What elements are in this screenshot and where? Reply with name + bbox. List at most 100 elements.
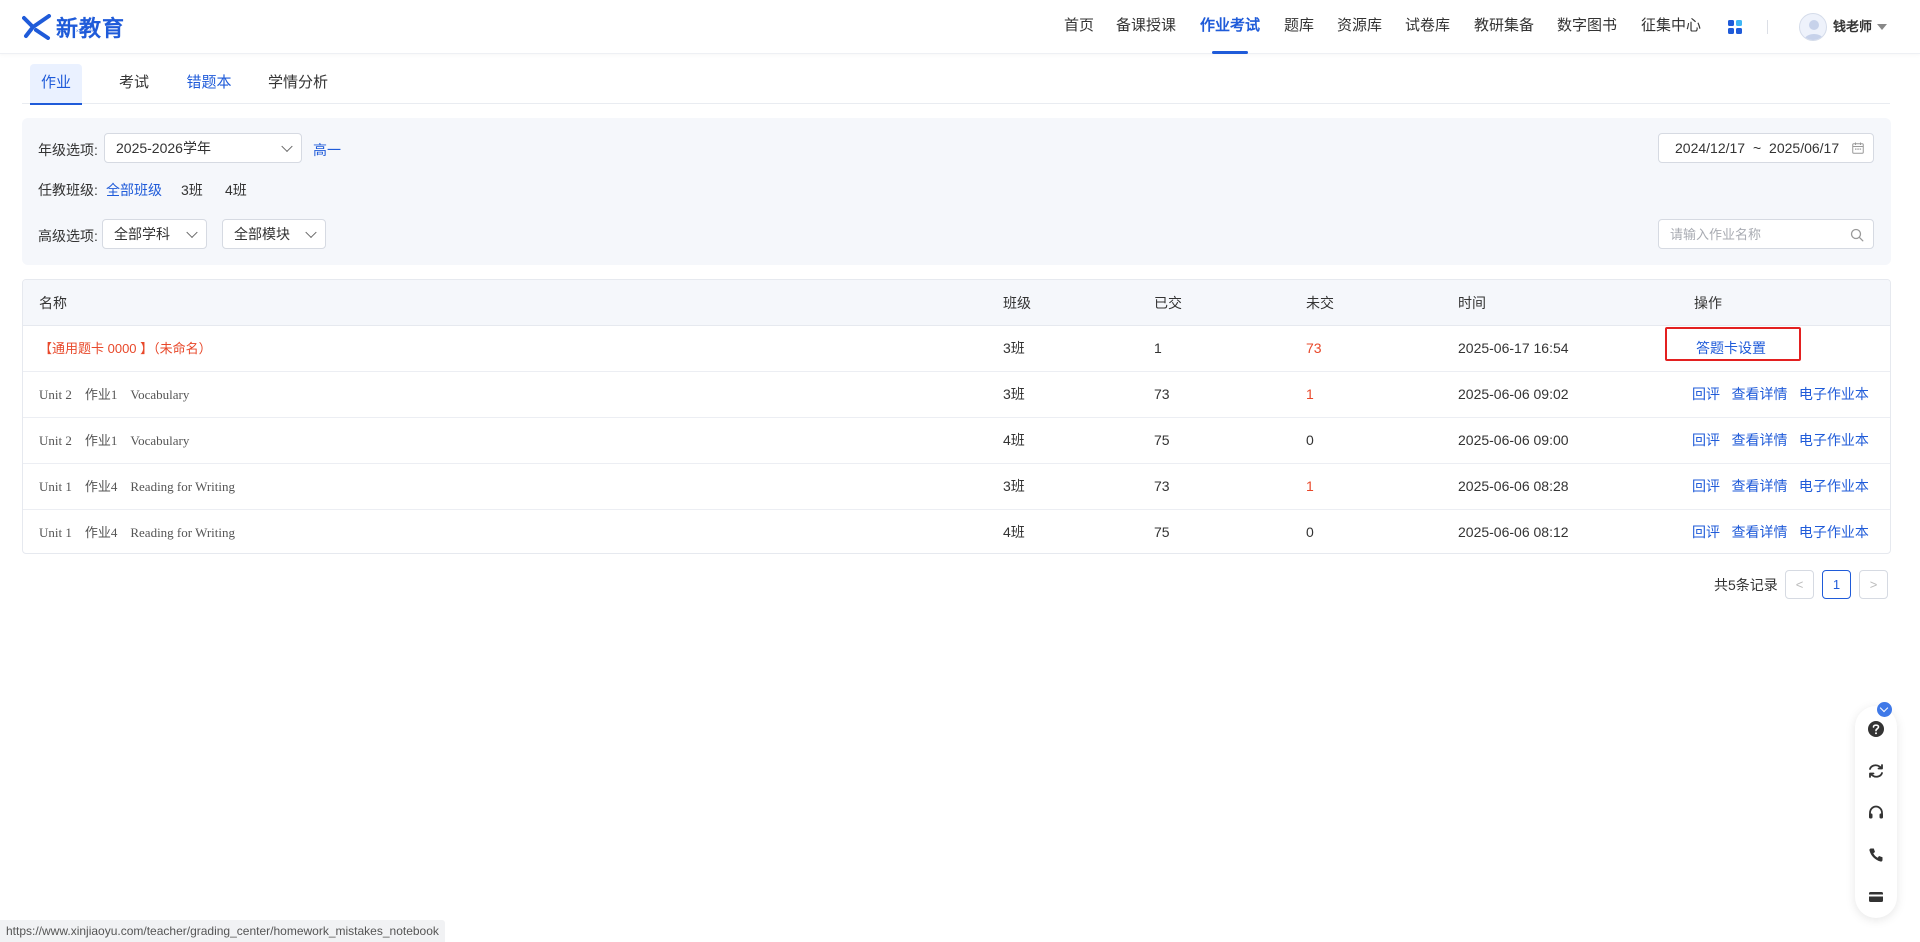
pagination-prev-button[interactable]: < [1785,570,1814,599]
card-icon[interactable] [1867,888,1885,906]
chevron-down-icon [186,226,198,239]
row-submitted: 73 [1154,478,1170,494]
answer-card-settings-button[interactable]: 答题卡设置 [1696,340,1766,356]
row-submitted: 75 [1154,524,1170,540]
chevron-down-icon [281,140,293,153]
review-button[interactable]: 回评 [1692,386,1720,402]
row-submitted: 73 [1154,386,1170,402]
module-select[interactable]: 全部模块 [222,219,326,249]
nav-lesson-prep[interactable]: 备课授课 [1116,0,1176,54]
module-select-value: 全部模块 [234,226,290,242]
row-class: 3班 [1003,386,1025,402]
search-icon[interactable] [1850,228,1864,242]
top-navbar: 新教育 XINJIAOYU 首页 备课授课 作业考试 题库 资源库 试卷库 教研… [0,0,1920,54]
col-class: 班级 [1003,295,1031,311]
class-option-4[interactable]: 4班 [225,180,247,200]
row-time: 2025-06-06 08:12 [1458,524,1569,540]
grade-year-select[interactable]: 2025-2026学年 [104,133,302,163]
logo-text: 新教育 [56,17,126,42]
class-label: 任教班级: [38,182,98,198]
table-row: Unit 1 作业4 Reading for Writing 3班 73 1 2… [23,464,1890,510]
row-unsubmitted: 1 [1306,478,1314,494]
homework-search [1658,219,1874,249]
tab-homework[interactable]: 作业 [30,64,82,105]
row-unsubmitted: 1 [1306,386,1314,402]
view-details-button[interactable]: 查看详情 [1731,524,1787,540]
row-submitted: 75 [1154,432,1170,448]
row-class: 3班 [1003,340,1025,356]
row-time: 2025-06-06 09:00 [1458,432,1569,448]
filter-panel: 年级选项: 2025-2026学年 高一 任教班级: 全部班级 3班 4班 高级… [22,118,1891,265]
nav-home[interactable]: 首页 [1064,0,1094,54]
nav-paper-library[interactable]: 试卷库 [1405,0,1450,54]
logo-subtext: XINJIAOYU [76,28,98,33]
row-name[interactable]: 【通用题卡 0000 】（未命名） [39,326,212,371]
row-unsubmitted: 0 [1306,432,1314,448]
class-option-3[interactable]: 3班 [181,180,203,200]
homework-table: 名称 班级 已交 未交 时间 操作 【通用题卡 0000 】（未命名） 3班 1… [22,279,1891,554]
col-submitted: 已交 [1154,295,1182,311]
row-name[interactable]: Unit 2 作业1 Vocabulary [39,418,189,463]
e-homework-book-button[interactable]: 电子作业本 [1799,524,1869,540]
row-class: 4班 [1003,524,1025,540]
grade-value-link[interactable]: 高一 [313,140,341,160]
nav-question-bank[interactable]: 题库 [1284,0,1314,54]
table-row: 【通用题卡 0000 】（未命名） 3班 1 73 2025-06-17 16:… [23,326,1890,372]
status-bar-url: https://www.xinjiaoyu.com/teacher/gradin… [0,920,445,942]
e-homework-book-button[interactable]: 电子作业本 [1799,386,1869,402]
view-details-button[interactable]: 查看详情 [1731,386,1787,402]
grade-year-value: 2025-2026学年 [116,140,211,156]
view-details-button[interactable]: 查看详情 [1731,432,1787,448]
pagination-next-button[interactable]: > [1859,570,1888,599]
table-row: Unit 2 作业1 Vocabulary 4班 75 0 2025-06-06… [23,418,1890,464]
collapse-toolbar-icon[interactable] [1877,702,1892,717]
class-option-all[interactable]: 全部班级 [106,180,162,200]
row-name[interactable]: Unit 1 作业4 Reading for Writing [39,510,235,553]
date-range-picker[interactable]: 2024/12/17 ~ 2025/06/17 [1658,133,1874,163]
subject-select-value: 全部学科 [114,226,170,242]
row-name[interactable]: Unit 2 作业1 Vocabulary [39,372,189,417]
row-time: 2025-06-17 16:54 [1458,340,1569,356]
subject-select[interactable]: 全部学科 [102,219,207,249]
tab-mistakes-notebook[interactable]: 错题本 [182,64,236,104]
search-input[interactable] [1659,220,1839,248]
review-button[interactable]: 回评 [1692,432,1720,448]
row-name[interactable]: Unit 1 作业4 Reading for Writing [39,464,235,509]
sub-tabs: 作业 考试 错题本 学情分析 [22,64,1890,105]
nav-teaching-research[interactable]: 教研集备 [1474,0,1534,54]
date-separator: ~ [1752,140,1762,156]
grade-label: 年级选项: [38,142,98,158]
advanced-label: 高级选项: [38,228,98,244]
headset-icon[interactable] [1867,804,1885,822]
phone-icon[interactable] [1867,846,1885,864]
row-time: 2025-06-06 08:28 [1458,478,1569,494]
user-name[interactable]: 钱老师 [1833,0,1872,54]
row-actions: 回评 查看详情 电子作业本 [1692,372,1876,417]
nav-homework-exam[interactable]: 作业考试 [1200,0,1260,54]
row-actions: 答题卡设置 [1696,326,1773,371]
tab-learning-analysis[interactable]: 学情分析 [266,64,330,104]
review-button[interactable]: 回评 [1692,478,1720,494]
floating-toolbar [1855,706,1897,918]
table-row: Unit 1 作业4 Reading for Writing 4班 75 0 2… [23,510,1890,553]
nav-resources[interactable]: 资源库 [1337,0,1382,54]
user-menu-caret-icon[interactable] [1877,24,1887,30]
refresh-icon[interactable] [1867,762,1885,780]
row-submitted: 1 [1154,340,1162,356]
review-button[interactable]: 回评 [1692,524,1720,540]
view-details-button[interactable]: 查看详情 [1731,478,1787,494]
e-homework-book-button[interactable]: 电子作业本 [1799,478,1869,494]
e-homework-book-button[interactable]: 电子作业本 [1799,432,1869,448]
calendar-icon [1852,142,1864,154]
help-icon[interactable] [1867,720,1885,738]
logo-icon [22,14,51,40]
pagination-page-1[interactable]: 1 [1822,570,1851,599]
tab-exam[interactable]: 考试 [114,64,154,104]
col-actions: 操作 [1694,295,1722,311]
nav-digital-books[interactable]: 数字图书 [1557,0,1617,54]
nav-collection-center[interactable]: 征集中心 [1641,0,1701,54]
avatar-icon[interactable] [1799,13,1827,41]
apps-grid-icon[interactable] [1727,19,1743,35]
logo[interactable]: 新教育 [22,10,125,44]
col-time: 时间 [1458,295,1486,311]
